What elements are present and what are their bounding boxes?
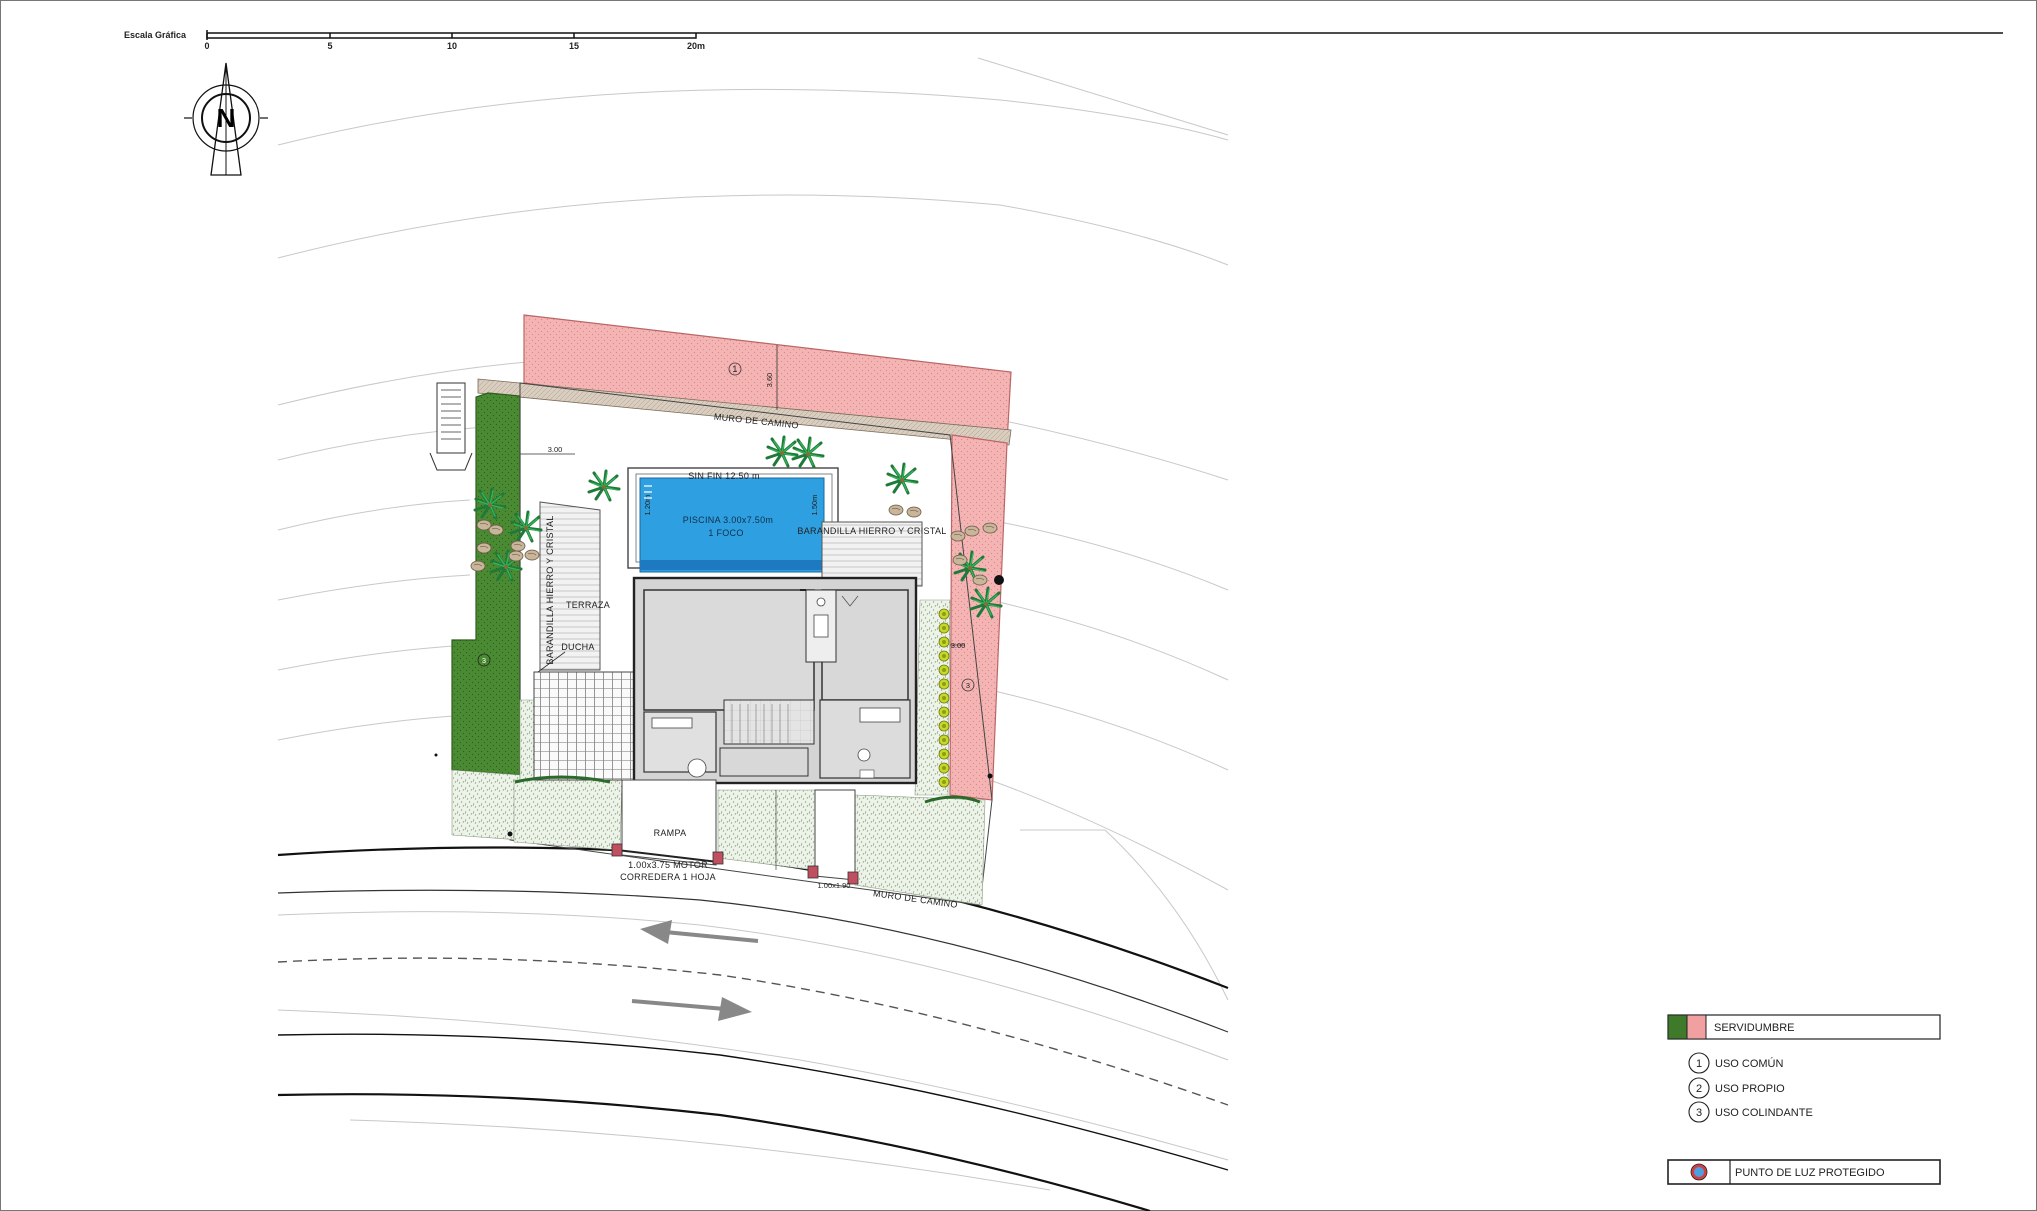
legend-item-2-label: USO PROPIO (1715, 1083, 1785, 1095)
scale-tick-20: 20m (687, 41, 705, 51)
pool-label: PISCINA 3.00x7.50m (683, 515, 773, 525)
protected-light-icon (1690, 1163, 1708, 1181)
traffic-arrow-right-icon (631, 997, 752, 1021)
scale-tick-5: 5 (327, 41, 332, 51)
dim-right-label: 3.00 (951, 641, 966, 650)
gate-label-line1: 1.00x3.75 MOTOR (628, 860, 708, 870)
legend-item-3-number: 3 (1696, 1107, 1702, 1119)
site-plan-sheet: Escala Gráfica 0 5 10 15 20m N 1 MURO DE… (0, 0, 2037, 1211)
zone-top-number: 1 (732, 364, 737, 374)
legend-item-1-number: 1 (1696, 1058, 1702, 1070)
pool-light-label: 1 FOCO (708, 528, 743, 538)
legend-light: PUNTO DE LUZ PROTEGIDO (1735, 1167, 1885, 1179)
house (632, 576, 918, 785)
plot: 1 MURO DE CAMINO 3.60 3 3.00 3 3.00 BARA… (429, 314, 1012, 910)
small-gate-label: 1.00x1.90 (818, 881, 851, 890)
scale-title: Escala Gráfica (124, 30, 187, 40)
zone-left-number: 3 (482, 656, 486, 665)
dim-top-label: 3.60 (765, 373, 774, 388)
boundary-marker (994, 575, 1004, 585)
access-stairs (429, 382, 473, 471)
railing-right-label: BARANDILLA HIERRO Y CRISTAL (797, 526, 946, 536)
scale-tick-15: 15 (569, 41, 579, 51)
dim-left-label: 3.00 (548, 445, 563, 454)
road (277, 846, 1229, 1211)
legend-swatch-green (1667, 1014, 1688, 1040)
pool-right-dim: 1.50m (810, 495, 819, 516)
north-letter: N (217, 103, 236, 133)
traffic-arrow-left-icon (640, 920, 759, 944)
legend-servidumbre: SERVIDUMBRE (1714, 1022, 1794, 1034)
zone-right-number: 3 (966, 681, 970, 690)
legend-swatch-pink (1686, 1014, 1707, 1040)
legend: SERVIDUMBRE 1 USO COMÚN 2 USO PROPIO 3 U… (1667, 1014, 1941, 1185)
north-arrow-icon: N (184, 62, 268, 176)
easement-right (949, 434, 1008, 801)
legend-item-2-number: 2 (1696, 1083, 1702, 1095)
legend-item-3-label: USO COLINDANTE (1715, 1107, 1813, 1119)
legend-item-1-label: USO COMÚN (1715, 1057, 1784, 1070)
ramp-label: RAMPA (654, 828, 687, 838)
shower-label: DUCHA (561, 642, 595, 652)
graphic-scale: Escala Gráfica 0 5 10 15 20m (124, 30, 2003, 51)
scale-tick-10: 10 (447, 41, 457, 51)
pool-top-label: SIN FIN 12.50 m (688, 471, 760, 481)
gate-label-line2: CORREDERA 1 HOJA (620, 872, 716, 882)
pergola (533, 671, 635, 781)
pool (639, 477, 825, 573)
terrace-label: TERRAZA (566, 600, 610, 610)
scale-tick-0: 0 (204, 41, 209, 51)
railing-left-label: BARANDILLA HIERRO Y CRISTAL (545, 515, 555, 664)
